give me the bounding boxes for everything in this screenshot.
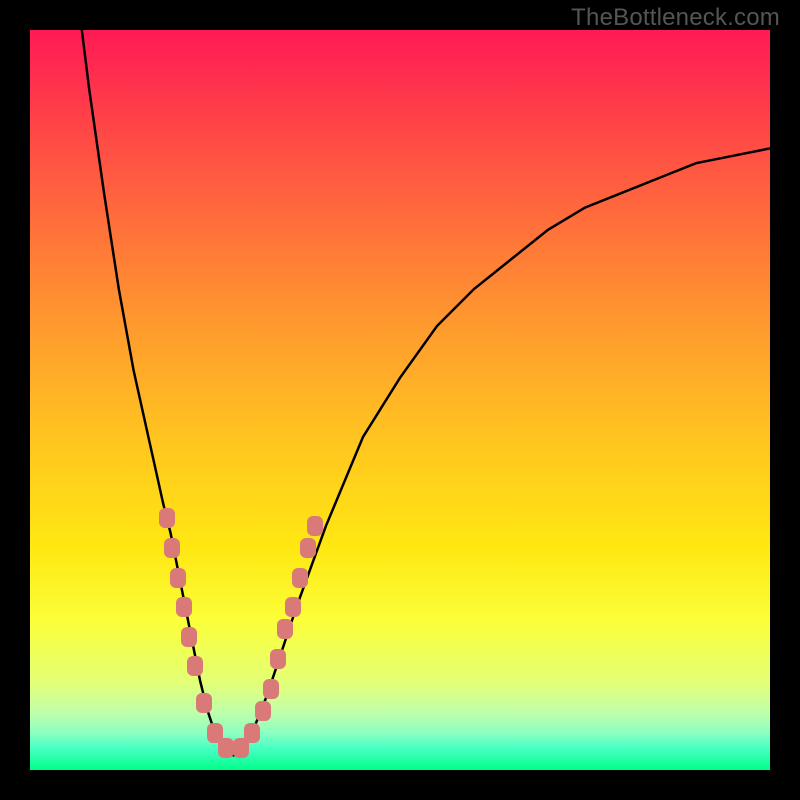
marker-left-3: [176, 597, 192, 617]
marker-right-4: [270, 649, 286, 669]
marker-right-1: [244, 723, 260, 743]
plot-area: [30, 30, 770, 770]
curve-layer: [30, 30, 770, 770]
marker-right-9: [307, 516, 323, 536]
marker-left-0: [159, 508, 175, 528]
left-branch-curve: [82, 30, 237, 755]
right-branch-curve: [237, 148, 770, 755]
marker-left-5: [187, 656, 203, 676]
marker-left-2: [170, 568, 186, 588]
marker-left-8: [218, 738, 234, 758]
marker-left-1: [164, 538, 180, 558]
marker-right-3: [263, 679, 279, 699]
marker-right-7: [292, 568, 308, 588]
marker-left-4: [181, 627, 197, 647]
marker-right-2: [255, 701, 271, 721]
marker-right-8: [300, 538, 316, 558]
marker-right-5: [277, 619, 293, 639]
watermark-text: TheBottleneck.com: [571, 4, 780, 32]
marker-left-6: [196, 693, 212, 713]
chart-frame: TheBottleneck.com: [0, 0, 800, 800]
marker-right-6: [285, 597, 301, 617]
